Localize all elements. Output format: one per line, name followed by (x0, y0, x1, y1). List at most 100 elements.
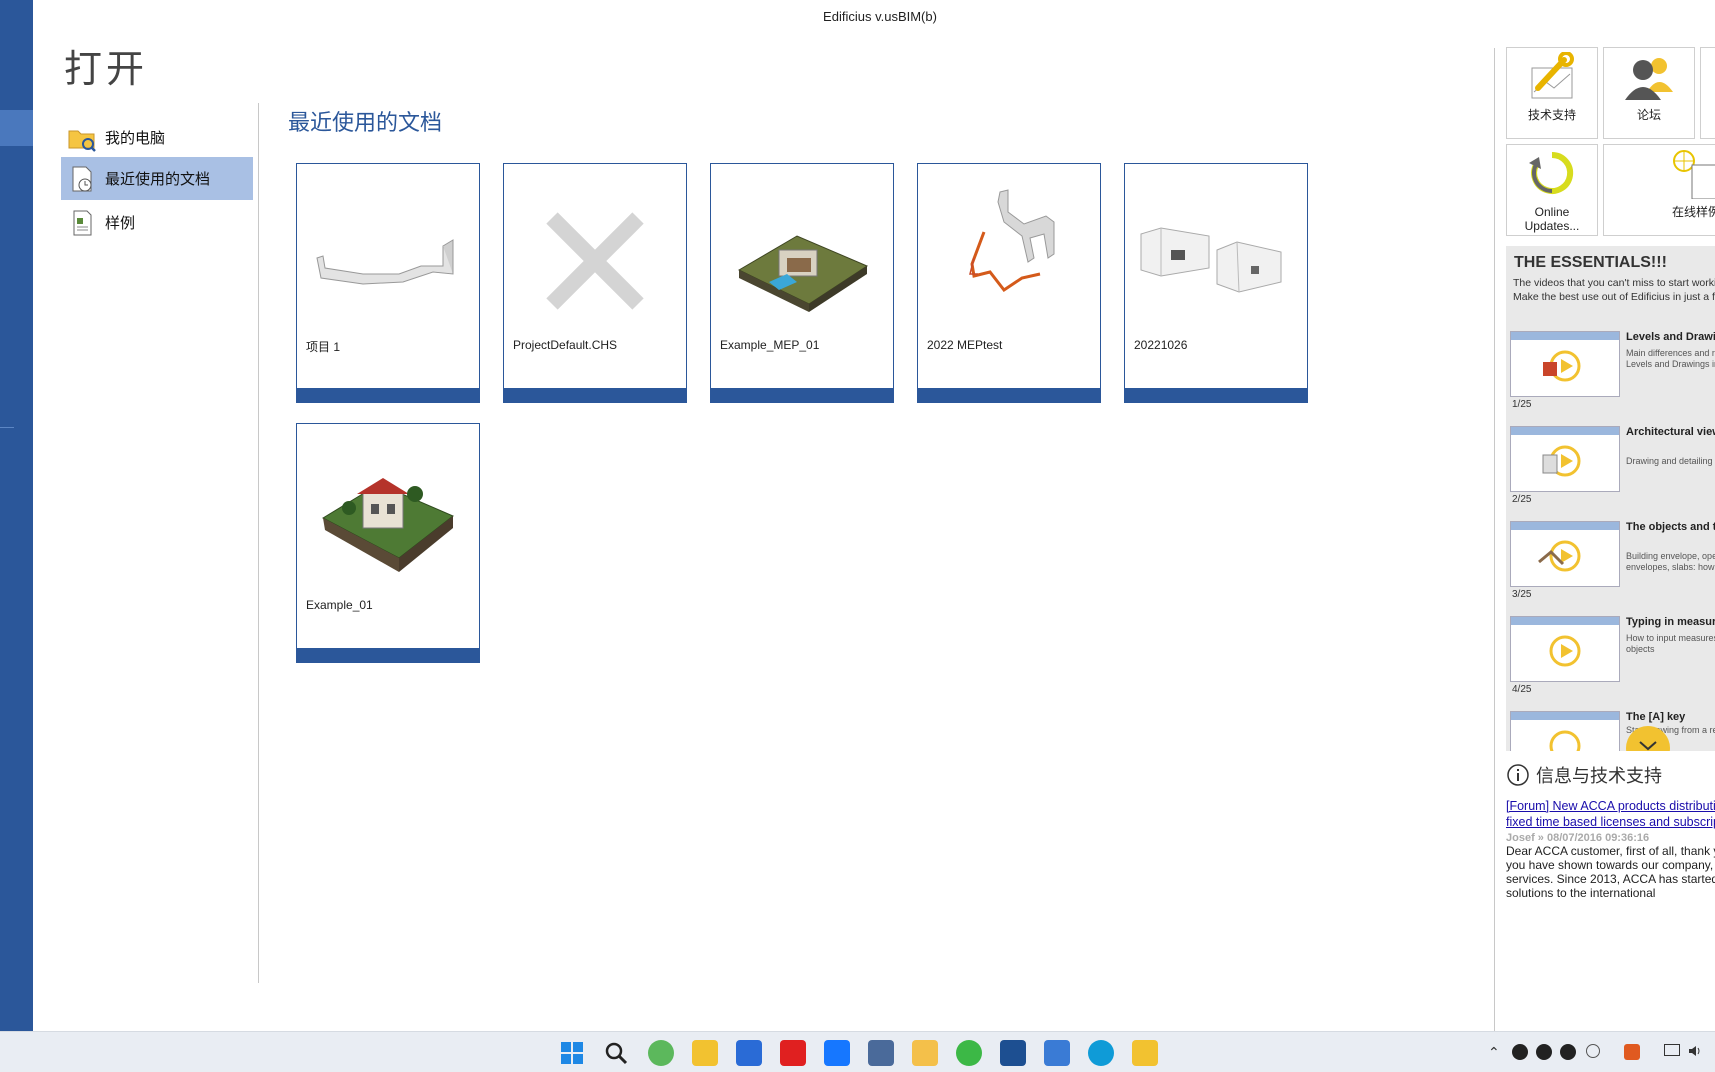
file-name: 2022 MEPtest (927, 338, 1003, 352)
video-thumbnail (1510, 616, 1620, 682)
input-method-icon[interactable] (1586, 1044, 1600, 1058)
tile-label: 论坛 (1636, 108, 1661, 122)
play-icon (1511, 617, 1619, 667)
speaker-icon[interactable] (1688, 1044, 1702, 1058)
edificius-app-icon[interactable] (692, 1040, 718, 1066)
video-description: Main differences and relationship betwee… (1626, 348, 1715, 369)
recent-file-card[interactable]: ProjectDefault.CHS (503, 163, 687, 403)
card-footer-bar (297, 388, 479, 402)
recent-file-card[interactable]: 2022 MEPtest (917, 163, 1101, 403)
video-item[interactable]: 1/25 Levels and Drawings Main difference… (1510, 331, 1715, 426)
file-name: Example_01 (306, 598, 373, 612)
right-panel-divider (1494, 48, 1495, 1031)
essentials-description: The videos that you can't miss to start … (1513, 276, 1715, 304)
news-body: Dear ACCA customer, first of all, thank … (1506, 844, 1715, 900)
missing-preview-x-icon (546, 212, 644, 310)
nav-samples[interactable]: 样例 (61, 201, 253, 244)
edificius-app-icon[interactable] (1132, 1040, 1158, 1066)
app-icon[interactable] (736, 1040, 762, 1066)
info-title: 信息与技术支持 (1536, 766, 1662, 786)
card-footer-bar (297, 648, 479, 662)
chevron-up-icon[interactable]: ⌃ (1488, 1044, 1500, 1061)
file-name: ProjectDefault.CHS (513, 338, 618, 352)
online-samples-tile[interactable]: 在线样例 (1603, 144, 1715, 236)
search-icon[interactable] (603, 1040, 629, 1066)
backstage-active-item[interactable] (0, 110, 33, 146)
app-window: { "window": {"title": "Edificius v.usBIM… (0, 0, 1715, 1072)
recent-file-card[interactable]: Example_01 (296, 423, 480, 663)
villa-model-thumbnail (321, 478, 454, 572)
backstage-sidebar (0, 0, 33, 1031)
qq-icon[interactable] (1536, 1044, 1552, 1060)
play-icon (1511, 522, 1619, 572)
nav-divider (258, 103, 259, 983)
video-index: 4/25 (1512, 684, 1532, 695)
video-thumbnail (1510, 711, 1620, 751)
card-footer-bar (711, 388, 893, 402)
video-description: Drawing and detailing (1626, 456, 1713, 466)
forum-news-link[interactable]: [Forum] New ACCA products distribution m… (1506, 798, 1715, 830)
more-tile[interactable] (1700, 47, 1715, 139)
refresh-icon (1529, 151, 1574, 194)
app-tray-icon[interactable] (1624, 1044, 1640, 1060)
play-icon (1511, 427, 1619, 477)
rooms-thumbnail (1140, 227, 1282, 293)
recent-file-card[interactable]: 项目 1 (296, 163, 480, 403)
technical-support-tile[interactable]: 技术支持 (1506, 47, 1598, 139)
speaker-glyph (1689, 1046, 1700, 1056)
updates-line-1: Online (1534, 205, 1570, 219)
video-title: Levels and Drawings (1626, 331, 1715, 343)
layers-app-icon[interactable] (868, 1040, 894, 1066)
info-support-panel: 信息与技术支持 [Forum] New ACCA products distri… (1506, 762, 1715, 900)
nav-recent-documents[interactable]: 最近使用的文档 (61, 157, 253, 200)
scroll-down-chevron-icon[interactable] (1624, 722, 1672, 751)
backstage-divider (0, 427, 14, 428)
tile-label: 技术支持 (1527, 108, 1576, 122)
video-title: Architectural views and Graphics (1626, 426, 1715, 438)
card-footer-bar (504, 388, 686, 402)
app-icon[interactable] (1000, 1040, 1026, 1066)
nav-label: 样例 (105, 215, 136, 232)
tile-label: Online Updates... (1507, 205, 1597, 233)
video-title: The objects and their modes of use (1626, 521, 1715, 533)
qq-icon[interactable] (1512, 1044, 1528, 1060)
play-icon (1511, 712, 1619, 751)
taskbar: ⌃ (0, 1031, 1715, 1072)
qq-icon[interactable] (1560, 1044, 1576, 1060)
nav-my-computer[interactable]: 我的电脑 (61, 116, 253, 159)
video-title: Typing in measures (1626, 616, 1715, 628)
video-item[interactable]: 4/25 Typing in measures How to input mea… (1510, 616, 1715, 711)
play-icon (1511, 332, 1619, 382)
news-meta: Josef » 08/07/2016 09:36:16 (1506, 832, 1650, 844)
forum-tile[interactable]: 论坛 (1603, 47, 1695, 139)
recent-file-card[interactable]: 20221026 (1124, 163, 1308, 403)
essentials-desc-1: The videos that you can't miss to start … (1513, 277, 1715, 289)
video-index: 3/25 (1512, 589, 1532, 600)
building-site-thumbnail (737, 235, 869, 312)
wechat-app-icon[interactable] (956, 1040, 982, 1066)
mep-pipes-thumbnail (969, 189, 1055, 293)
feishu-app-icon[interactable] (824, 1040, 850, 1066)
globe-document-icon (1673, 150, 1715, 199)
file-name: Example_MEP_01 (720, 338, 820, 352)
youdao-app-icon[interactable] (780, 1040, 806, 1066)
windows-start-icon[interactable] (559, 1040, 585, 1066)
file-explorer-icon[interactable] (912, 1040, 938, 1066)
card-footer-bar (1125, 388, 1307, 402)
recent-file-card[interactable]: Example_MEP_01 (710, 163, 894, 403)
page-title: 打开 (64, 47, 149, 91)
folder-search-icon (68, 130, 96, 152)
video-item[interactable]: 3/25 The objects and their modes of use … (1510, 521, 1715, 616)
video-thumbnail (1510, 331, 1620, 397)
users-icon (1625, 58, 1673, 100)
wrench-icon (1531, 52, 1574, 99)
edge-browser-icon[interactable] (1088, 1040, 1114, 1066)
essentials-desc-2: Make the best use out of Edificius in ju… (1513, 291, 1715, 303)
video-item[interactable]: 2/25 Architectural views and Graphics Dr… (1510, 426, 1715, 521)
video-item[interactable]: The [A] key Start drawing from a referen… (1510, 711, 1715, 751)
app-icon[interactable] (1044, 1040, 1070, 1066)
browser-app-icon[interactable] (648, 1040, 674, 1066)
network-icon[interactable] (1664, 1044, 1680, 1056)
window-title: Edificius v.usBIM(b) (823, 9, 937, 24)
online-updates-tile[interactable]: Online Updates... (1506, 144, 1598, 236)
